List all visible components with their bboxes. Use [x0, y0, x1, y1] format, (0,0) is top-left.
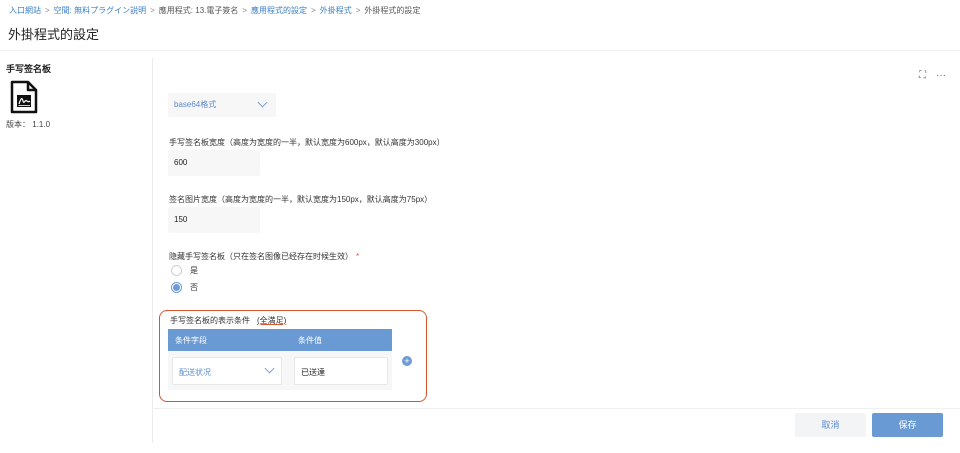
plugin-info-panel: 手写签名板 版本： 1.1.0: [6, 62, 146, 129]
more-icon[interactable]: ···: [936, 70, 946, 81]
condition-label: 手写签名板的表示条件: [170, 316, 250, 325]
image-width-input[interactable]: 150: [168, 207, 260, 233]
column-header-value: 条件值: [298, 336, 322, 345]
format-select[interactable]: base64格式: [168, 93, 276, 117]
breadcrumb-space[interactable]: 空間: 無料プラグイン説明: [54, 6, 146, 15]
condition-field-select[interactable]: 配送状况: [172, 357, 282, 385]
image-width-label: 签名图片宽度（高度为宽度的一半，默认宽度为150px，默认高度为75px）: [169, 195, 433, 204]
add-row-button[interactable]: +: [402, 356, 412, 366]
expand-icon[interactable]: ⛶: [919, 70, 926, 81]
image-width-value: 150: [174, 215, 188, 224]
signature-document-icon: [10, 80, 38, 114]
save-button[interactable]: 保存: [872, 413, 943, 437]
condition-table-header: 条件字段 条件值: [168, 329, 392, 351]
condition-value-input[interactable]: 已送達: [294, 357, 388, 385]
footer-divider: [152, 408, 960, 409]
breadcrumb-portal[interactable]: 入口網站: [9, 6, 41, 15]
column-header-field: 条件字段: [175, 336, 207, 345]
breadcrumb-plugins[interactable]: 外掛程式: [320, 6, 352, 15]
breadcrumb-separator: >: [242, 6, 248, 15]
plugin-name: 手写签名板: [6, 64, 52, 74]
title-divider: [0, 50, 960, 51]
radio-option-no[interactable]: 否: [171, 282, 198, 293]
condition-table: 条件字段 条件值 配送状况 已送達: [168, 329, 392, 390]
radio-option-yes[interactable]: 是: [171, 265, 198, 276]
board-width-label: 手写签名板宽度（高度为宽度的一半，默认宽度为600px，默认高度为300px）: [169, 138, 445, 147]
breadcrumb-app: 應用程式: 13.電子簽名: [158, 6, 239, 15]
breadcrumb-separator: >: [355, 6, 361, 15]
chevron-down-icon: [257, 97, 268, 108]
radio-label: 是: [190, 266, 198, 275]
page-title: 外掛程式的設定: [8, 27, 100, 42]
breadcrumb: 入口網站 > 空間: 無料プラグイン説明 > 應用程式: 13.電子簽名 > 應用程式的設定…: [9, 5, 420, 16]
breadcrumb-separator: >: [311, 6, 316, 15]
plugin-version: 版本： 1.1.0: [6, 120, 51, 129]
condition-mode: (全満足): [257, 316, 287, 325]
condition-value-text: 已送達: [301, 368, 325, 377]
required-mark: *: [356, 252, 360, 261]
format-select-value: base64格式: [174, 100, 217, 109]
breadcrumb-separator: >: [45, 6, 50, 15]
condition-field-value: 配送状况: [179, 368, 211, 377]
radio-button-checked[interactable]: [171, 282, 182, 293]
hide-board-label: 隐藏手写签名板（只在签名图像已经存在时候生效） *: [169, 251, 359, 262]
radio-label: 否: [190, 283, 198, 292]
hide-board-label-text: 隐藏手写签名板（只在签名图像已经存在时候生效）: [169, 252, 353, 261]
board-width-value: 600: [174, 158, 188, 167]
cancel-button[interactable]: 取消: [795, 413, 866, 437]
breadcrumb-current: 外掛程式的設定: [364, 6, 421, 15]
radio-button[interactable]: [171, 265, 182, 276]
breadcrumb-separator: >: [150, 6, 155, 15]
panel-tools: ⛶ ···: [919, 70, 946, 81]
breadcrumb-app-settings[interactable]: 應用程式的設定: [251, 6, 307, 15]
vertical-divider: [152, 58, 153, 443]
chevron-down-icon: [264, 363, 275, 374]
table-row: 配送状况 已送達: [168, 351, 392, 390]
board-width-input[interactable]: 600: [168, 150, 260, 176]
